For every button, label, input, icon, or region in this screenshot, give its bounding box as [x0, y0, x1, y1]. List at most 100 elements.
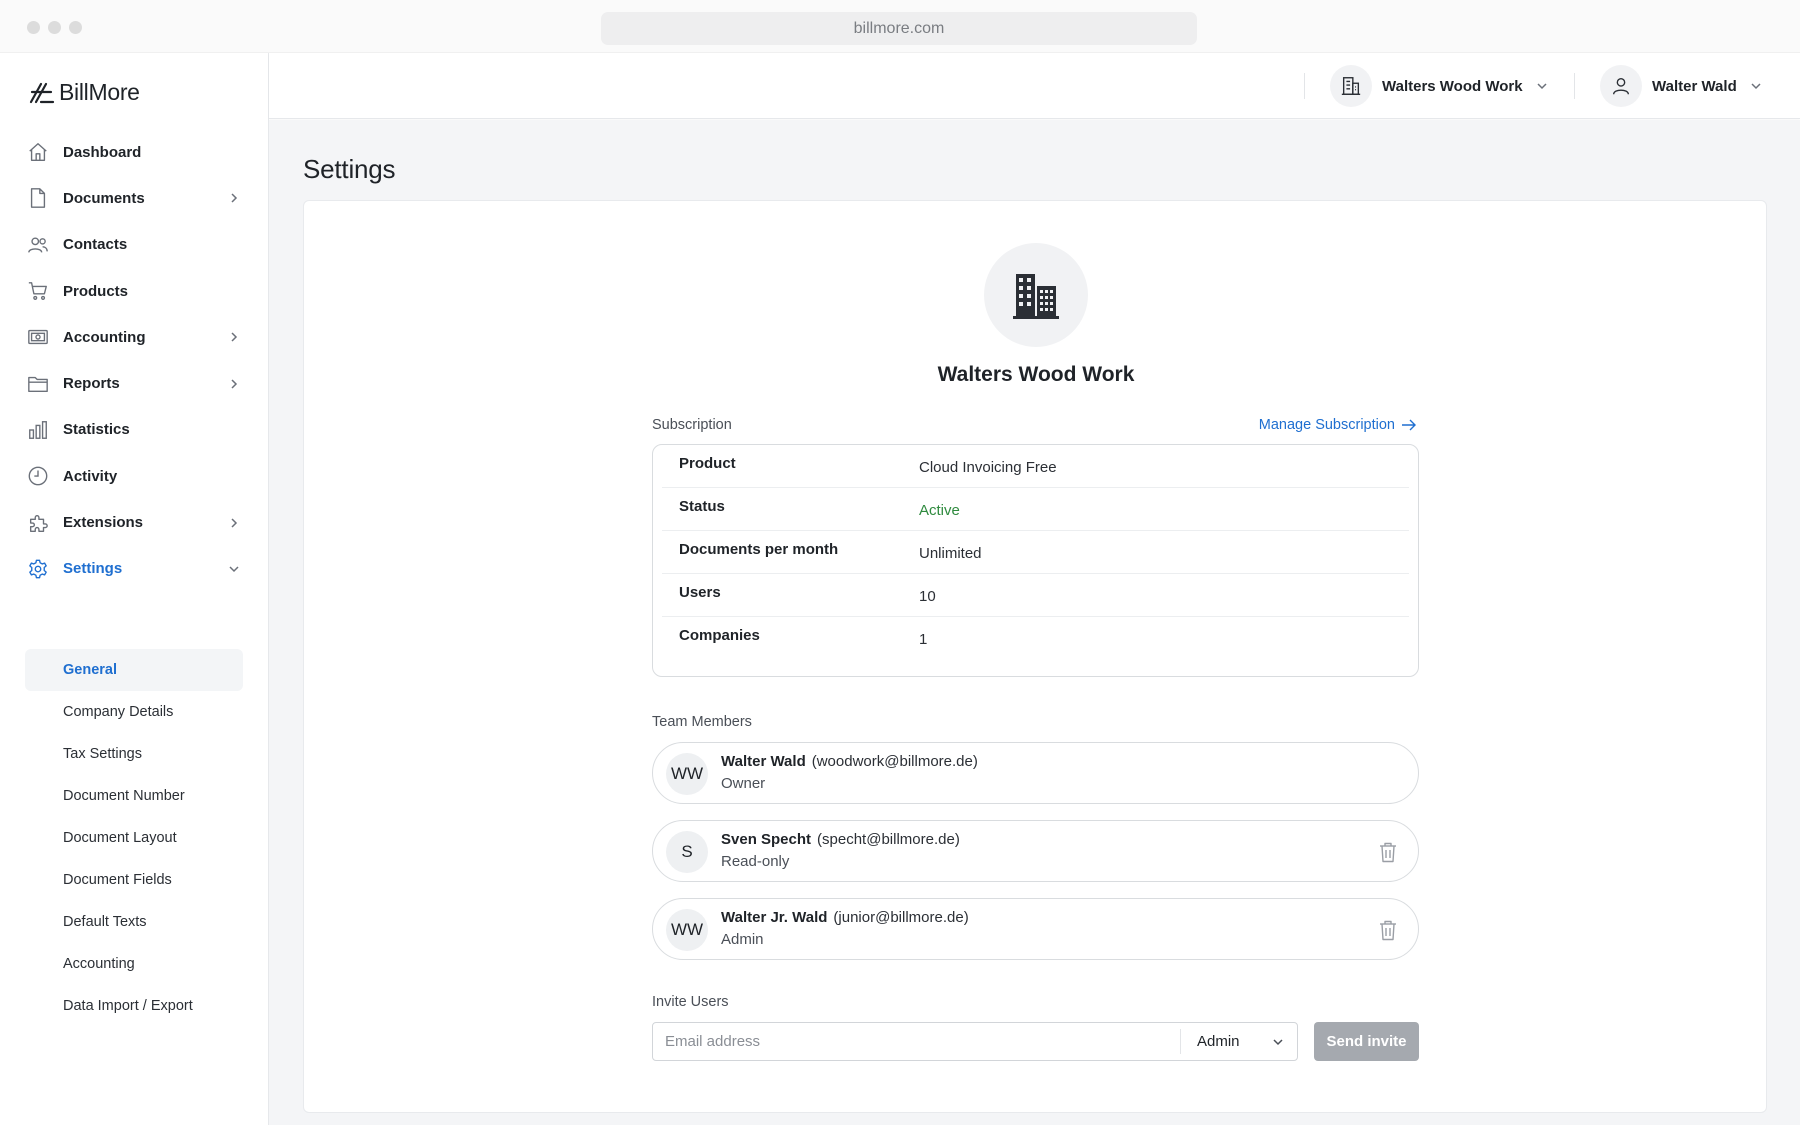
puzzle-icon	[25, 510, 51, 536]
subnav-item-default-texts[interactable]: Default Texts	[25, 901, 243, 943]
sidebar-item-settings[interactable]: Settings	[25, 546, 245, 592]
avatar: WW	[666, 753, 708, 795]
cart-icon	[25, 278, 51, 304]
invite-form: Admin	[652, 1022, 1298, 1061]
chevron-down-icon	[229, 566, 239, 572]
sidebar-item-label: Dashboard	[63, 143, 142, 161]
minimize-window-dot[interactable]	[48, 21, 61, 34]
subscription-row: Users 10	[662, 574, 1409, 617]
chevron-down-icon	[1273, 1039, 1283, 1046]
invite-users-label: Invite Users	[652, 994, 729, 1010]
avatar: S	[666, 831, 708, 873]
team-member-row: WW Walter Wald (woodwork@billmore.de) Own…	[652, 742, 1419, 804]
company-switcher-label: Walters Wood Work	[1382, 77, 1523, 95]
sidebar-item-reports[interactable]: Reports	[25, 360, 245, 406]
sidebar: BillMore Dashboard Documents Contacts Pr…	[0, 53, 269, 1125]
sidebar-item-extensions[interactable]: Extensions	[25, 499, 245, 545]
manage-subscription-link[interactable]: Manage Subscription	[1259, 417, 1417, 433]
arrow-right-icon	[1402, 419, 1416, 431]
header-divider	[1304, 73, 1305, 99]
trash-icon[interactable]	[1378, 919, 1398, 941]
member-role: Admin	[721, 931, 764, 948]
sidebar-item-label: Reports	[63, 375, 120, 393]
role-select[interactable]: Admin	[1181, 1023, 1297, 1060]
subscription-key: Documents per month	[679, 541, 839, 558]
app-logo[interactable]: BillMore	[29, 79, 140, 106]
subnav-item-document-fields[interactable]: Document Fields	[25, 859, 243, 901]
window-controls	[27, 21, 82, 34]
chevron-down-icon	[1751, 83, 1761, 90]
member-email: (specht@billmore.de)	[817, 831, 960, 848]
sidebar-item-documents[interactable]: Documents	[25, 175, 245, 221]
document-icon	[25, 185, 51, 211]
sidebar-item-label: Extensions	[63, 514, 144, 532]
subscription-table: Product Cloud Invoicing Free Status Acti…	[652, 444, 1419, 677]
sidebar-item-label: Products	[63, 282, 129, 300]
member-name-line: Walter Jr. Wald (junior@billmore.de)	[721, 909, 969, 926]
subscription-value: 1	[919, 631, 928, 648]
maximize-window-dot[interactable]	[69, 21, 82, 34]
company-avatar[interactable]	[984, 243, 1088, 347]
header-divider	[1574, 73, 1575, 99]
subscription-key: Users	[679, 584, 721, 601]
sidebar-item-label: Activity	[63, 467, 118, 485]
address-bar[interactable]: billmore.com	[601, 12, 1197, 45]
sidebar-item-statistics[interactable]: Statistics	[25, 407, 245, 453]
user-menu[interactable]: Walter Wald	[1600, 65, 1763, 107]
subscription-row: Documents per month Unlimited	[662, 531, 1409, 574]
subscription-value: Unlimited	[919, 545, 982, 562]
member-name: Walter Jr. Wald	[721, 909, 828, 926]
subnav-item-document-layout[interactable]: Document Layout	[25, 817, 243, 859]
chevron-right-icon	[231, 379, 238, 389]
member-name: Sven Specht	[721, 831, 812, 848]
app-logo-text: BillMore	[59, 79, 140, 105]
sidebar-item-products[interactable]: Products	[25, 268, 245, 314]
main-content: Settings Walters Wood Work Subscription …	[269, 120, 1800, 1125]
sidebar-item-label: Contacts	[63, 236, 128, 254]
company-switcher[interactable]: Walters Wood Work	[1330, 65, 1549, 107]
subnav-item-document-number[interactable]: Document Number	[25, 775, 243, 817]
chevron-right-icon	[231, 193, 238, 203]
member-name: Walter Wald	[721, 753, 806, 770]
member-email: (woodwork@billmore.de)	[811, 753, 978, 770]
clock-icon	[25, 463, 51, 489]
member-role: Read-only	[721, 853, 790, 870]
sidebar-item-contacts[interactable]: Contacts	[25, 222, 245, 268]
send-invite-button[interactable]: Send invite	[1314, 1022, 1419, 1061]
member-role: Owner	[721, 775, 766, 792]
sidebar-item-dashboard[interactable]: Dashboard	[25, 129, 245, 175]
company-name: Walters Wood Work	[937, 363, 1135, 386]
sidebar-item-label: Accounting	[63, 328, 146, 346]
folder-icon	[25, 371, 51, 397]
trash-icon[interactable]	[1378, 841, 1398, 863]
subnav-item-tax-settings[interactable]: Tax Settings	[25, 733, 243, 775]
email-field[interactable]	[653, 1023, 1180, 1060]
settings-subnav: General Company Details Tax Settings Doc…	[25, 649, 243, 1027]
subnav-item-data-import-export[interactable]: Data Import / Export	[25, 985, 243, 1027]
chevron-down-icon	[1537, 83, 1547, 90]
subnav-item-company-details[interactable]: Company Details	[25, 691, 243, 733]
building-icon	[1013, 274, 1059, 319]
subscription-key: Companies	[679, 627, 760, 644]
sidebar-nav: Dashboard Documents Contacts Products Ac…	[25, 129, 245, 592]
subscription-row: Companies 1	[662, 617, 1409, 660]
sidebar-item-accounting[interactable]: Accounting	[25, 314, 245, 360]
close-window-dot[interactable]	[27, 21, 40, 34]
banknote-icon	[25, 324, 51, 350]
subscription-key: Product	[679, 455, 736, 472]
team-member-row: S Sven Specht (specht@billmore.de) Read-o…	[652, 820, 1419, 882]
billmore-logo-icon	[29, 82, 55, 103]
subscription-label: Subscription	[652, 417, 732, 433]
subnav-item-general[interactable]: General	[25, 649, 243, 691]
gear-icon	[25, 556, 51, 582]
user-icon	[1600, 65, 1642, 107]
sidebar-item-label: Documents	[63, 189, 145, 207]
team-members-label: Team Members	[652, 714, 752, 730]
member-email: (junior@billmore.de)	[833, 909, 969, 926]
avatar: WW	[666, 909, 708, 951]
bar-chart-icon	[25, 417, 51, 443]
subnav-item-accounting[interactable]: Accounting	[25, 943, 243, 985]
sidebar-item-activity[interactable]: Activity	[25, 453, 245, 499]
address-bar-url: billmore.com	[853, 19, 945, 37]
sidebar-item-label: Settings	[63, 560, 123, 578]
